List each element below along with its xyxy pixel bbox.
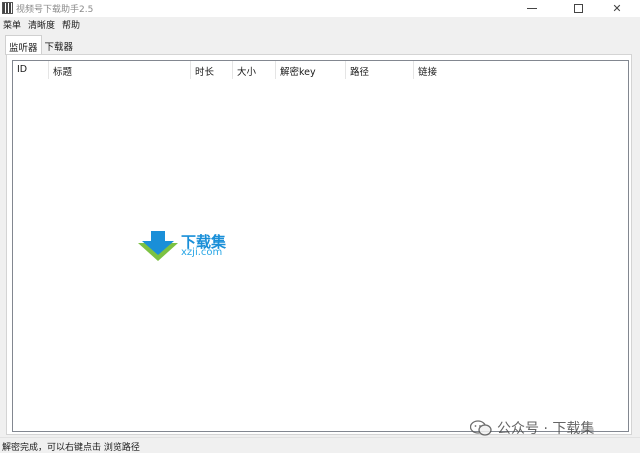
column-header-link[interactable]: 链接 bbox=[414, 61, 628, 79]
app-icon bbox=[2, 2, 13, 14]
wechat-icon bbox=[470, 420, 492, 436]
video-list[interactable]: ID 标题 时长 大小 解密key 路径 链接 bbox=[12, 60, 629, 432]
column-header-size[interactable]: 大小 bbox=[233, 61, 276, 79]
minimize-button[interactable] bbox=[509, 0, 555, 17]
list-header: ID 标题 时长 大小 解密key 路径 链接 bbox=[13, 61, 628, 79]
wechat-watermark: 公众号 · 下载集 bbox=[470, 418, 594, 438]
minimize-icon bbox=[527, 8, 537, 9]
window-title: 视频号下载助手2.5 bbox=[16, 5, 94, 15]
column-header-path[interactable]: 路径 bbox=[346, 61, 414, 79]
title-bar: 视频号下载助手2.5 ✕ bbox=[0, 0, 640, 17]
status-bar: 解密完成，可以右键点击 浏览路径 bbox=[0, 437, 640, 453]
column-header-title[interactable]: 标题 bbox=[49, 61, 191, 79]
wechat-watermark-text: 公众号 · 下载集 bbox=[497, 421, 595, 437]
maximize-icon bbox=[573, 4, 583, 13]
site-watermark-logo: 下载集 xzji.com bbox=[138, 231, 238, 261]
column-header-id[interactable]: ID bbox=[13, 61, 49, 79]
close-icon: ✕ bbox=[612, 2, 622, 15]
column-header-duration[interactable]: 时长 bbox=[191, 61, 233, 79]
tab-listener[interactable]: 监听器 bbox=[5, 35, 42, 55]
close-button[interactable]: ✕ bbox=[594, 0, 640, 17]
download-arrow-icon bbox=[138, 231, 178, 261]
tab-downloader[interactable]: 下载器 bbox=[42, 36, 77, 55]
tab-strip: 监听器 下载器 bbox=[5, 35, 77, 55]
logo-domain: xzji.com bbox=[181, 247, 223, 258]
status-text: 解密完成，可以右键点击 浏览路径 bbox=[2, 443, 140, 453]
menu-item-help[interactable]: 帮助 bbox=[59, 17, 84, 32]
column-header-decrypt-key[interactable]: 解密key bbox=[276, 61, 346, 79]
menu-item-menu[interactable]: 菜单 bbox=[0, 17, 25, 32]
menu-bar: 菜单 清晰度 帮助 bbox=[0, 17, 640, 32]
menu-item-resolution[interactable]: 清晰度 bbox=[25, 17, 59, 32]
tab-panel: ID 标题 时长 大小 解密key 路径 链接 bbox=[6, 54, 632, 435]
